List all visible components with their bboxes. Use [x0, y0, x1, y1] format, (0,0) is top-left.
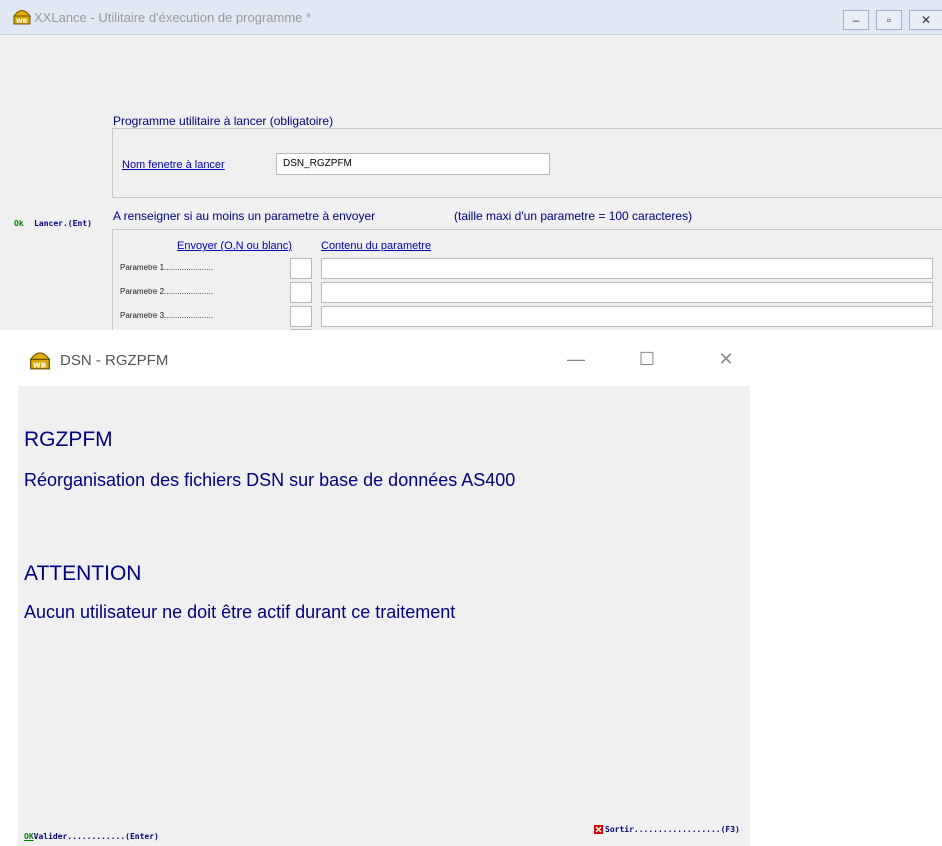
- ok-icon: Ok: [14, 219, 24, 228]
- window-name-label: Nom fenetre à lancer: [122, 159, 225, 171]
- maximize-button[interactable]: ▫: [876, 10, 902, 30]
- minimize-button[interactable]: —: [561, 346, 591, 372]
- exit-button[interactable]: Sortir..................(F3): [594, 825, 740, 834]
- param-1-label: Parametre 1......................: [120, 263, 213, 272]
- params-group-title: A renseigner si au moins un parametre à …: [113, 209, 380, 223]
- close-button[interactable]: ✕: [909, 10, 942, 30]
- param-1-send[interactable]: [290, 258, 312, 279]
- exit-label: Sortir..................(F3): [605, 825, 740, 834]
- minimize-icon: —: [567, 348, 585, 369]
- param-2-label: Parametre 2......................: [120, 287, 213, 296]
- warning-heading: ATTENTION: [24, 562, 142, 585]
- minimize-button[interactable]: –: [843, 10, 869, 30]
- dsn-dialog: WB DSN - RGZPFM — ☐ ✕ RGZPFM Réorganisat…: [18, 330, 750, 846]
- program-heading: RGZPFM: [24, 428, 113, 451]
- maximize-icon: ▫: [886, 13, 892, 27]
- xxlance-titlebar[interactable]: WB XXLance - Utilitaire d'éxecution de p…: [0, 0, 942, 35]
- program-description: Réorganisation des fichiers DSN sur base…: [24, 470, 516, 490]
- param-2-send[interactable]: [290, 282, 312, 303]
- close-button[interactable]: ✕: [711, 346, 741, 372]
- param-3-content[interactable]: [321, 306, 933, 327]
- param-3-label: Parametre 3......................: [120, 311, 213, 320]
- window-name-input[interactable]: DSN_RGZPFM: [276, 153, 550, 175]
- param-1-content[interactable]: [321, 258, 933, 279]
- close-icon: ✕: [920, 13, 932, 27]
- app-logo-icon: WB: [13, 10, 31, 25]
- content-column-header: Contenu du parametre: [321, 240, 432, 252]
- send-column-header: Envoyer (O,N ou blanc): [177, 240, 292, 252]
- program-group-title: Programme utilitaire à lancer (obligatoi…: [113, 114, 338, 128]
- launch-label: Lancer.(Ent): [34, 219, 92, 228]
- warning-text: Aucun utilisateur ne doit être actif dur…: [24, 602, 456, 622]
- svg-text:WB: WB: [33, 361, 46, 370]
- maximize-icon: ☐: [638, 348, 656, 369]
- close-icon: ✕: [718, 348, 734, 369]
- launch-button[interactable]: Ok Lancer.(Ent): [14, 213, 92, 231]
- dialog-title: DSN - RGZPFM: [60, 352, 169, 369]
- validate-label: Valider............(Enter): [33, 832, 159, 841]
- dsn-titlebar[interactable]: WB DSN - RGZPFM — ☐ ✕: [18, 330, 750, 386]
- xxlance-window: WB XXLance - Utilitaire d'éxecution de p…: [0, 0, 942, 330]
- app-logo-icon: WB: [29, 352, 51, 370]
- params-group-note: (taille maxi d'un parametre = 100 caract…: [454, 209, 697, 223]
- window-title: XXLance - Utilitaire d'éxecution de prog…: [34, 10, 312, 25]
- exit-icon: [594, 825, 603, 834]
- ok-icon: OK: [24, 832, 34, 841]
- svg-text:WB: WB: [16, 18, 28, 25]
- validate-button[interactable]: OKValider............(Enter): [24, 826, 159, 844]
- minimize-icon: –: [852, 13, 860, 27]
- param-2-content[interactable]: [321, 282, 933, 303]
- maximize-button[interactable]: ☐: [632, 346, 662, 372]
- param-3-send[interactable]: [290, 306, 312, 327]
